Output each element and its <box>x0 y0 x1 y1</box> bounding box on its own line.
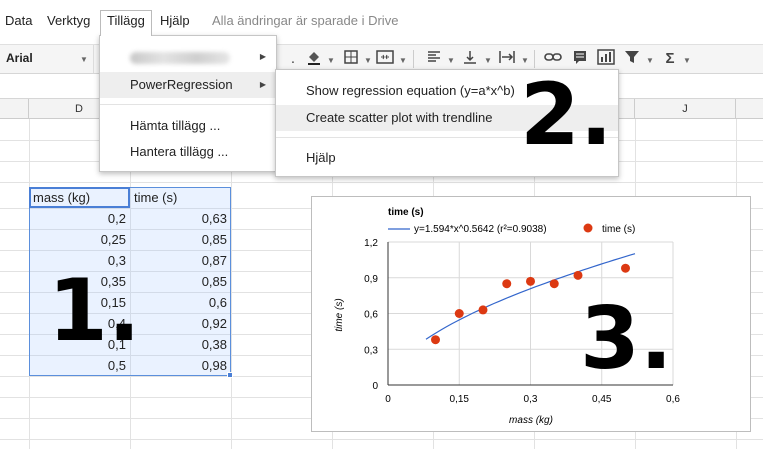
embedded-chart[interactable]: 0 0,15 0,3 0,45 0,6 0 0,3 0,6 0,9 1,2 time (s) y=… <box>311 196 751 432</box>
chevron-down-icon[interactable]: ▼ <box>683 56 691 65</box>
blurred-label <box>130 52 230 64</box>
x-tick-label: 0,3 <box>524 394 538 405</box>
y-tick-label: 0 <box>372 381 378 392</box>
chevron-down-icon[interactable]: ▼ <box>447 56 455 65</box>
submenu-arrow-icon: ▶ <box>259 52 266 61</box>
row-line <box>0 182 763 183</box>
menu-item-label: Hämta tillägg ... <box>130 118 221 133</box>
menu-item-label: Hantera tillägg ... <box>130 144 229 159</box>
menu-item-blurred-addon[interactable]: ▶ <box>100 44 276 70</box>
menu-data[interactable]: Data <box>5 13 32 28</box>
chevron-down-icon[interactable]: ▼ <box>521 56 529 65</box>
column-header[interactable] <box>736 99 763 119</box>
data-point <box>454 309 464 318</box>
scatter-chart: 0 0,15 0,3 0,45 0,6 0 0,3 0,6 0,9 1,2 time (s) y=… <box>334 207 680 426</box>
y-tick-label: 0,6 <box>364 310 378 321</box>
font-family-select[interactable]: Arial ▼ <box>0 45 94 73</box>
menu-item-label: Show regression equation (y=a*x^b) <box>306 83 515 98</box>
table-cell[interactable]: 0,2 <box>29 208 130 229</box>
x-tick-label: 0,6 <box>666 394 680 405</box>
menu-item-manage-addons[interactable]: Hantera tillägg ... <box>100 139 276 165</box>
legend-trendline-label: y=1.594*x^0.5642 (r²=0.9038) <box>414 224 547 235</box>
menu-item-label: PowerRegression <box>130 77 233 92</box>
data-point <box>502 279 512 289</box>
x-tick-label: 0,45 <box>592 394 612 405</box>
chevron-down-icon[interactable]: ▼ <box>327 56 335 65</box>
submenu-arrow-icon: ▶ <box>259 80 266 89</box>
menu-help[interactable]: Hjälp <box>160 13 190 28</box>
table-cell[interactable]: 0,98 <box>130 355 231 376</box>
y-tick-label: 0,9 <box>364 274 378 285</box>
menu-tools[interactable]: Verktyg <box>47 13 90 28</box>
x-tick-label: 0 <box>385 394 391 405</box>
table-cell[interactable]: 0,87 <box>130 250 231 271</box>
merge-cells-icon[interactable] <box>375 49 395 69</box>
toolbar-divider <box>413 50 414 68</box>
active-cell-outline <box>29 187 130 208</box>
more-formats-icon[interactable]: . <box>283 49 303 69</box>
borders-icon[interactable] <box>341 49 361 69</box>
text-wrap-icon[interactable] <box>497 49 517 69</box>
save-status: Alla ändringar är sparade i Drive <box>212 13 399 28</box>
data-point <box>478 305 488 315</box>
table-cell[interactable]: 0,38 <box>130 334 231 355</box>
y-axis-label: time (s) <box>334 298 345 331</box>
chevron-down-icon[interactable]: ▼ <box>399 56 407 65</box>
data-point <box>549 279 559 289</box>
header-cell-time[interactable]: time (s) <box>130 187 231 208</box>
chevron-down-icon: ▼ <box>80 55 88 64</box>
menu-item-get-addons[interactable]: Hämta tillägg ... <box>100 113 276 139</box>
chevron-down-icon[interactable]: ▼ <box>484 56 492 65</box>
table-cell[interactable]: 0,85 <box>130 229 231 250</box>
y-tick-label: 0,3 <box>364 345 378 356</box>
filter-icon[interactable] <box>622 49 642 69</box>
chart-title: time (s) <box>388 207 424 218</box>
data-point <box>526 276 535 286</box>
menu-item-powerregression[interactable]: PowerRegression ▶ <box>100 72 276 98</box>
table-cell[interactable]: 0,6 <box>130 292 231 313</box>
paint-bucket-icon[interactable] <box>304 49 324 69</box>
menu-addons[interactable]: Tillägg <box>107 13 145 28</box>
data-point <box>431 335 440 345</box>
chevron-down-icon[interactable]: ▼ <box>646 56 654 65</box>
column-header[interactable] <box>0 99 29 119</box>
menu-divider <box>100 104 276 105</box>
row-line <box>0 439 763 440</box>
column-header-j[interactable]: J <box>635 99 736 119</box>
table-cell[interactable]: 0,63 <box>130 208 231 229</box>
table-cell[interactable]: 0,25 <box>29 229 130 250</box>
data-point <box>573 270 583 280</box>
table-cell[interactable]: 0,92 <box>130 313 231 334</box>
fill-handle[interactable] <box>227 372 233 378</box>
chevron-down-icon[interactable]: ▼ <box>364 56 372 65</box>
menu-item-label: Create scatter plot with trendline <box>306 110 493 125</box>
annotation-step-2: 2. <box>520 65 613 165</box>
annotation-step-1: 1. <box>48 261 141 361</box>
addons-menu: ▶ PowerRegression ▶ Hämta tillägg ... Ha… <box>99 35 277 172</box>
menu-item-label: Hjälp <box>306 150 336 165</box>
y-tick-label: 1,2 <box>364 238 378 249</box>
legend-point-label: time (s) <box>602 224 635 235</box>
align-left-icon[interactable] <box>424 49 444 69</box>
table-cell[interactable]: 0,85 <box>130 271 231 292</box>
annotation-step-3: 3. <box>580 289 673 389</box>
data-point <box>621 263 630 273</box>
functions-icon[interactable]: Σ <box>660 49 680 69</box>
x-tick-label: 0,15 <box>450 394 470 405</box>
font-family-value: Arial <box>6 51 33 65</box>
legend-point-swatch <box>583 223 593 233</box>
x-axis-label: mass (kg) <box>509 415 553 426</box>
vertical-align-icon[interactable] <box>460 49 480 69</box>
